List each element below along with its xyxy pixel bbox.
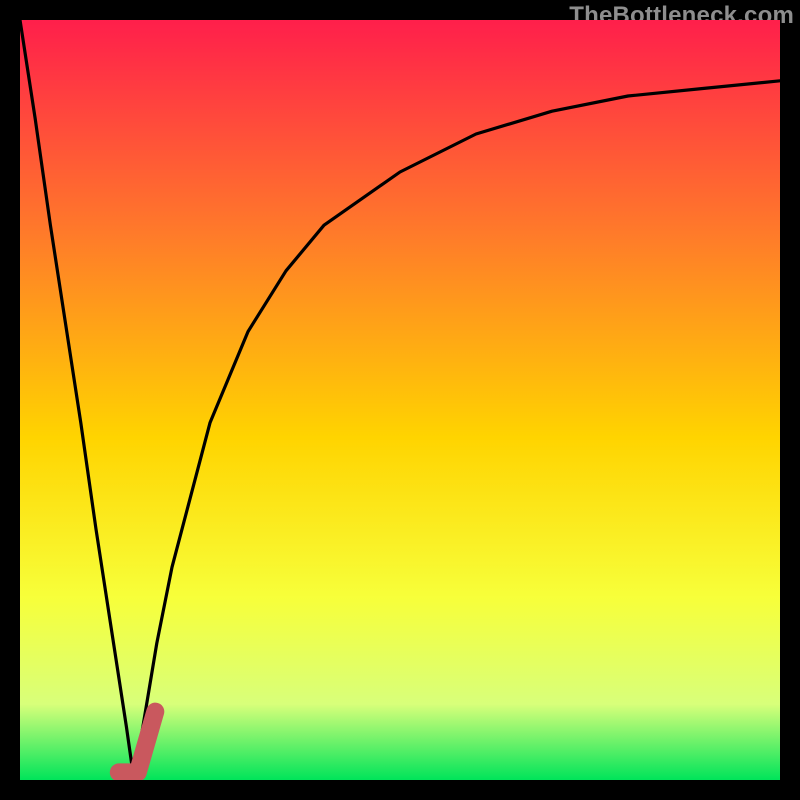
plot-area <box>20 20 780 780</box>
bottleneck-chart <box>20 20 780 780</box>
gradient-background <box>20 20 780 780</box>
chart-frame: TheBottleneck.com <box>0 0 800 800</box>
